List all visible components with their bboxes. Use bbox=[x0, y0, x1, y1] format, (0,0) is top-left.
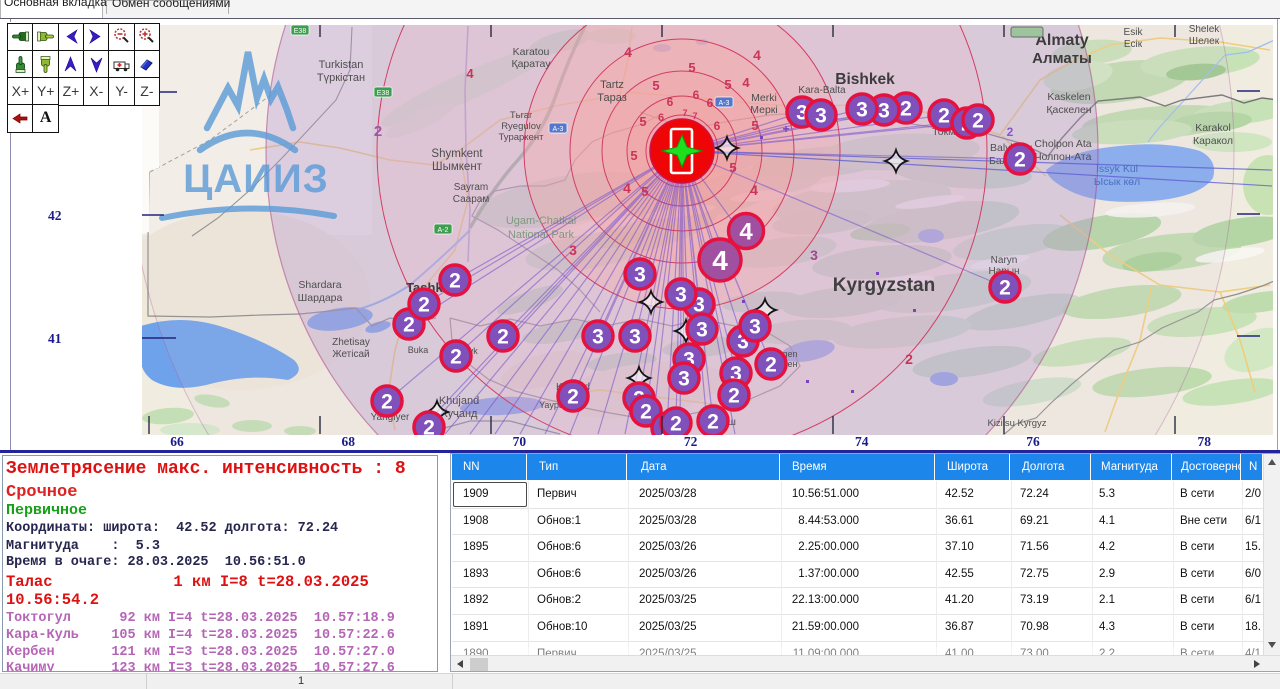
svg-text:Tartz: Tartz bbox=[600, 79, 624, 91]
svg-text:Түркістан: Түркістан bbox=[317, 72, 365, 84]
svg-text:E38: E38 bbox=[294, 28, 307, 35]
svg-text:2: 2 bbox=[567, 386, 579, 409]
svg-text:Қаскелен: Қаскелен bbox=[1046, 104, 1091, 116]
svg-text:2: 2 bbox=[707, 411, 719, 434]
svg-text:3: 3 bbox=[749, 316, 761, 339]
svg-text:E38: E38 bbox=[377, 90, 390, 97]
svg-text:Shelek: Shelek bbox=[1189, 24, 1221, 35]
svg-text:2: 2 bbox=[423, 417, 435, 440]
svg-text:2: 2 bbox=[450, 346, 462, 369]
svg-text:3: 3 bbox=[629, 326, 641, 349]
svg-text:3: 3 bbox=[675, 284, 687, 307]
svg-text:2: 2 bbox=[1014, 149, 1026, 172]
svg-text:6: 6 bbox=[658, 112, 664, 124]
svg-text:3: 3 bbox=[856, 99, 868, 122]
svg-text:2: 2 bbox=[403, 314, 415, 337]
svg-text:4: 4 bbox=[623, 180, 631, 196]
svg-text:2: 2 bbox=[999, 277, 1011, 300]
svg-text:Bishkek: Bishkek bbox=[835, 71, 895, 88]
svg-text:6: 6 bbox=[667, 95, 674, 109]
svg-text:5: 5 bbox=[724, 77, 731, 92]
svg-text:4: 4 bbox=[750, 182, 758, 198]
svg-text:Kaskelen: Kaskelen bbox=[1047, 91, 1090, 103]
svg-text:5: 5 bbox=[751, 118, 758, 133]
svg-text:2: 2 bbox=[670, 413, 682, 436]
svg-text:6: 6 bbox=[693, 88, 700, 102]
svg-text:A-3: A-3 bbox=[553, 126, 564, 133]
svg-text:2: 2 bbox=[381, 391, 393, 414]
svg-text:Каракол: Каракол bbox=[1193, 135, 1233, 147]
svg-text:Karakol: Karakol bbox=[1195, 122, 1231, 134]
svg-text:6: 6 bbox=[707, 96, 714, 110]
svg-text:Karatou: Karatou bbox=[513, 46, 550, 58]
svg-text:Қаратау: Қаратау bbox=[511, 58, 551, 70]
svg-text:2: 2 bbox=[418, 294, 430, 317]
svg-text:3: 3 bbox=[569, 242, 577, 258]
svg-text:Merki: Merki bbox=[751, 92, 777, 104]
svg-text:Шардара: Шардара bbox=[298, 292, 343, 304]
svg-text:2: 2 bbox=[640, 401, 652, 424]
svg-text:3: 3 bbox=[634, 264, 646, 287]
svg-text:2: 2 bbox=[728, 385, 740, 408]
svg-text:A-2: A-2 bbox=[438, 227, 449, 234]
svg-text:Меркі: Меркі bbox=[750, 104, 777, 116]
svg-text:4: 4 bbox=[624, 44, 632, 60]
svg-text:Esik: Esik bbox=[1124, 27, 1144, 38]
svg-text:3: 3 bbox=[815, 105, 827, 128]
svg-text:Turkistan: Turkistan bbox=[319, 59, 364, 71]
svg-text:ЦАИИЗ: ЦАИИЗ bbox=[183, 157, 329, 201]
svg-text:2: 2 bbox=[765, 354, 777, 377]
svg-text:Шымкент: Шымкент bbox=[432, 161, 483, 173]
svg-text:Zhetisay: Zhetisay bbox=[332, 337, 370, 348]
svg-text:2: 2 bbox=[1007, 125, 1014, 139]
svg-text:3: 3 bbox=[696, 319, 708, 342]
svg-text:Naryn: Naryn bbox=[991, 255, 1018, 266]
svg-text:+: + bbox=[782, 122, 789, 136]
svg-text:Kizilsu Kyrgyz: Kizilsu Kyrgyz bbox=[987, 418, 1046, 429]
svg-text:Shymkent: Shymkent bbox=[431, 148, 483, 160]
svg-text:Чолпон-Ата: Чолпон-Ата bbox=[1035, 151, 1092, 163]
svg-text:5: 5 bbox=[688, 60, 695, 75]
svg-text:A-3: A-3 bbox=[719, 100, 730, 107]
svg-text:3: 3 bbox=[878, 100, 890, 123]
svg-text:5: 5 bbox=[639, 114, 646, 129]
svg-text:2: 2 bbox=[449, 270, 461, 293]
svg-text:3: 3 bbox=[678, 368, 690, 391]
svg-text:5: 5 bbox=[641, 184, 648, 199]
svg-text:2: 2 bbox=[497, 326, 509, 349]
svg-text:4: 4 bbox=[742, 75, 750, 90]
svg-text:Kyrgyzstan: Kyrgyzstan bbox=[833, 275, 935, 296]
svg-text:7: 7 bbox=[682, 108, 687, 118]
svg-text:Buka: Buka bbox=[408, 345, 429, 355]
svg-text:7: 7 bbox=[692, 111, 697, 121]
svg-text:Тураркент: Тураркент bbox=[499, 132, 545, 143]
svg-text:2: 2 bbox=[938, 105, 950, 128]
svg-text:5: 5 bbox=[630, 148, 637, 163]
svg-text:Tьrar: Tьrar bbox=[510, 110, 532, 121]
svg-text:4: 4 bbox=[712, 245, 728, 276]
svg-text:2: 2 bbox=[900, 98, 912, 121]
svg-text:Шелек: Шелек bbox=[1189, 36, 1220, 47]
svg-text:3: 3 bbox=[592, 326, 604, 349]
svg-text:6: 6 bbox=[714, 119, 721, 133]
svg-text:Алматы: Алматы bbox=[1032, 50, 1092, 67]
svg-text:2: 2 bbox=[374, 123, 382, 140]
svg-text:4: 4 bbox=[753, 47, 761, 63]
svg-text:Хуҷанд: Хуҷанд bbox=[441, 408, 479, 420]
svg-text:Саарам: Саарам bbox=[453, 194, 490, 205]
svg-text:3: 3 bbox=[810, 247, 818, 263]
svg-text:Shardara: Shardara bbox=[298, 279, 341, 291]
svg-text:2: 2 bbox=[905, 351, 913, 367]
svg-text:Тараз: Тараз bbox=[597, 92, 627, 104]
svg-text:2: 2 bbox=[972, 110, 984, 133]
svg-text:5: 5 bbox=[729, 160, 736, 175]
svg-text:5: 5 bbox=[652, 78, 659, 93]
svg-text:4: 4 bbox=[466, 66, 474, 81]
svg-text:Есік: Есік bbox=[1124, 39, 1143, 50]
svg-text:Cholpon Ata: Cholpon Ata bbox=[1034, 138, 1091, 150]
svg-text:Жетісай: Жетісай bbox=[332, 349, 369, 360]
svg-text:Sayram: Sayram bbox=[454, 182, 488, 193]
svg-text:Ryegulov: Ryegulov bbox=[501, 121, 541, 132]
svg-text:4: 4 bbox=[739, 219, 753, 246]
